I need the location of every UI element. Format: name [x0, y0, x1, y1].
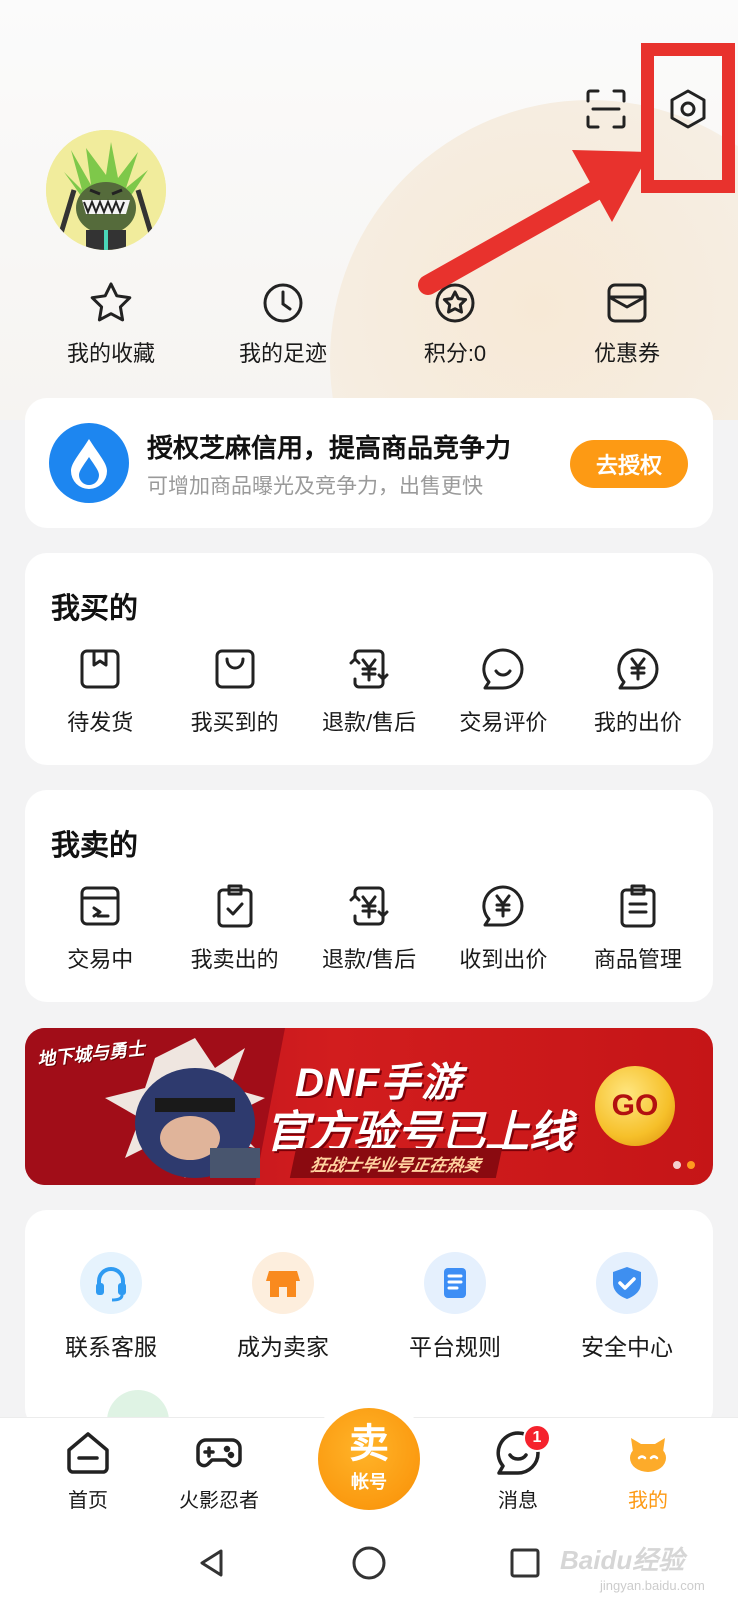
item-label: 商品管理 — [593, 947, 682, 972]
buy-item-my-bids[interactable]: 我的出价 — [571, 645, 705, 737]
buy-item-reviews[interactable]: 交易评价 — [436, 645, 570, 737]
section-title: 我卖的 — [51, 830, 139, 862]
quick-item-favorites[interactable]: 我的收藏 — [25, 280, 197, 370]
quick-label: 我的收藏 — [66, 341, 155, 366]
banner-go-button[interactable]: GO — [595, 1066, 675, 1146]
document-icon — [424, 1252, 486, 1314]
tab-label: 火影忍者 — [179, 1490, 259, 1512]
item-label: 退款/售后 — [321, 947, 417, 972]
tab-home[interactable]: 首页 — [33, 1428, 143, 1513]
service-platform-rules[interactable]: 平台规则 — [369, 1252, 541, 1362]
back-triangle-icon[interactable] — [190, 1541, 234, 1585]
banner-dot — [673, 1161, 681, 1169]
sell-button-main: 卖 — [349, 1422, 389, 1466]
quick-label: 我的足迹 — [238, 341, 327, 366]
cat-face-icon — [630, 1438, 666, 1472]
services-section: 联系客服 成为卖家 平台规则 安全中心 — [25, 1210, 713, 1452]
tab-label: 首页 — [68, 1490, 108, 1512]
authorize-button[interactable]: 去授权 — [570, 440, 688, 488]
sell-item-sold[interactable]: 我卖出的 — [167, 882, 301, 974]
section-title: 我买的 — [51, 593, 139, 625]
buy-item-refund[interactable]: 退款/售后 — [302, 645, 436, 737]
recents-square-icon[interactable] — [503, 1541, 547, 1585]
sell-item-refund[interactable]: 退款/售后 — [302, 882, 436, 974]
smile-chat-icon — [482, 648, 524, 690]
quick-links: 我的收藏 我的足迹 积分:0 优惠券 — [25, 280, 713, 370]
item-label: 我买到的 — [190, 710, 279, 735]
quick-label: 积分:0 — [423, 341, 487, 366]
clock-icon — [263, 283, 303, 323]
zhima-credit-card[interactable]: 授权芝麻信用，提高商品竞争力 可增加商品曝光及竞争力，出售更快 去授权 — [25, 398, 713, 528]
service-security-center[interactable]: 安全中心 — [541, 1252, 713, 1362]
quick-item-points[interactable]: 积分:0 — [369, 280, 541, 370]
buy-item-purchased[interactable]: 我买到的 — [167, 645, 301, 737]
refund-yen-icon — [349, 649, 389, 689]
sell-button-sub: 帐号 — [351, 1472, 387, 1492]
item-label: 退款/售后 — [321, 710, 417, 735]
zhima-logo-icon — [49, 423, 129, 503]
tab-messages[interactable]: 1 消息 — [463, 1424, 573, 1513]
service-label: 成为卖家 — [237, 1334, 329, 1360]
service-label: 安全中心 — [581, 1334, 673, 1360]
tab-naruto[interactable]: 火影忍者 — [164, 1428, 274, 1513]
item-label: 交易中 — [67, 947, 134, 972]
item-label: 收到出价 — [459, 947, 548, 972]
yen-chat-icon — [617, 648, 659, 690]
auth-subtitle: 可增加商品曝光及竞争力，出售更快 — [147, 475, 483, 498]
banner-dot-active — [687, 1161, 695, 1169]
quick-item-history[interactable]: 我的足迹 — [197, 280, 369, 370]
shopping-bag-icon — [215, 649, 255, 689]
refund-yen-icon — [349, 886, 389, 926]
clipboard-check-icon — [217, 884, 253, 928]
tab-mine[interactable]: 我的 — [593, 1428, 703, 1513]
service-become-seller[interactable]: 成为卖家 — [197, 1252, 369, 1362]
sell-item-trading[interactable]: 交易中 — [33, 882, 167, 974]
promo-banner[interactable]: 地下城与勇士 DNF手游 官方验号已上线 狂战士毕业号正在热卖 GO — [25, 1028, 713, 1185]
item-label: 待发货 — [67, 710, 134, 735]
buy-section: 我买的 待发货 我买到的 退款/售后 交易评价 我的出价 — [25, 553, 713, 765]
package-box-icon — [80, 649, 120, 689]
tab-label: 我的 — [628, 1490, 668, 1512]
coupon-icon — [607, 283, 647, 323]
annotation-highlight-box — [641, 43, 735, 193]
unread-badge: 1 — [523, 1424, 551, 1452]
watermark-logo: Baidu经验 — [560, 1545, 685, 1575]
buy-item-pending-shipment[interactable]: 待发货 — [33, 645, 167, 737]
headset-icon — [80, 1252, 142, 1314]
quick-label: 优惠券 — [593, 341, 660, 366]
banner-tag: 狂战士毕业号正在热卖 — [289, 1148, 503, 1178]
shield-check-icon — [596, 1252, 658, 1314]
star-icon — [90, 282, 132, 322]
points-star-icon — [435, 283, 475, 323]
home-icon — [67, 1432, 109, 1474]
service-customer-support[interactable]: 联系客服 — [25, 1252, 197, 1362]
trading-box-icon — [80, 886, 120, 926]
home-circle-icon[interactable] — [347, 1541, 391, 1585]
clipboard-list-icon — [620, 884, 656, 928]
scan-icon[interactable] — [582, 85, 630, 133]
sell-account-button[interactable]: 卖 帐号 — [318, 1408, 420, 1510]
auth-title: 授权芝麻信用，提高商品竞争力 — [147, 433, 512, 463]
item-label: 交易评价 — [459, 710, 548, 735]
sell-item-received-bids[interactable]: 收到出价 — [436, 882, 570, 974]
tab-label: 消息 — [498, 1490, 538, 1512]
item-label: 我的出价 — [593, 710, 682, 735]
item-label: 我卖出的 — [190, 947, 279, 972]
service-label: 平台规则 — [409, 1334, 501, 1360]
avatar[interactable] — [46, 130, 166, 250]
sell-item-product-management[interactable]: 商品管理 — [571, 882, 705, 974]
yen-chat-icon — [482, 885, 524, 927]
sell-section: 我卖的 交易中 我卖出的 退款/售后 收到出价 商品管理 — [25, 790, 713, 1002]
bottom-tab-bar: 首页 火影忍者 卖 帐号 1 消息 我的 — [0, 1408, 738, 1527]
banner-pagination — [673, 1161, 695, 1169]
service-label: 联系客服 — [65, 1334, 157, 1360]
watermark-url: jingyan.baidu.com — [600, 1578, 705, 1593]
shop-icon — [252, 1252, 314, 1314]
quick-item-coupons[interactable]: 优惠券 — [541, 280, 713, 370]
gamepad-icon — [196, 1438, 242, 1468]
